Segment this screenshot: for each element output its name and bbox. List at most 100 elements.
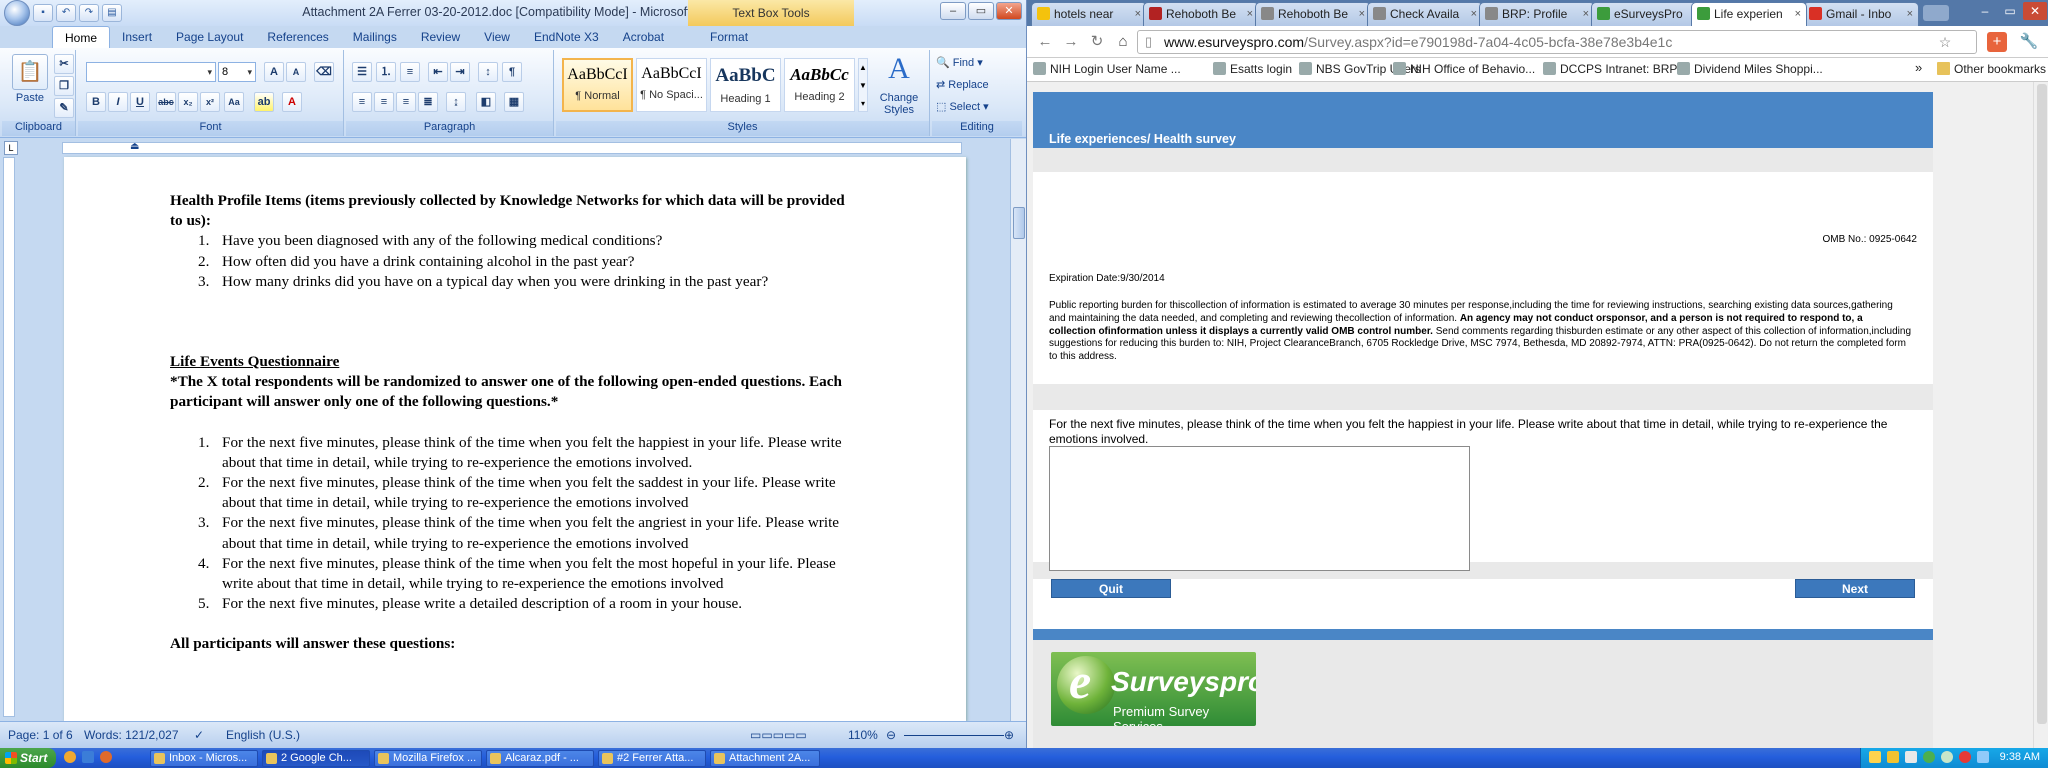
- grow-font-icon[interactable]: A: [264, 62, 284, 82]
- find-button[interactable]: 🔍 Find ▾: [936, 56, 983, 69]
- page-count[interactable]: Page: 1 of 6: [8, 728, 73, 742]
- page-scrollbar-thumb[interactable]: [2037, 84, 2047, 724]
- numbering-icon[interactable]: ⒈: [376, 62, 396, 82]
- browser-tab[interactable]: eSurveysPro×: [1591, 2, 1707, 26]
- close-icon[interactable]: ✕: [996, 2, 1022, 20]
- increase-indent-icon[interactable]: ⇥: [450, 62, 470, 82]
- document-scrollbar-thumb[interactable]: [1013, 207, 1025, 239]
- ruler-track[interactable]: [62, 142, 962, 154]
- zoom-level[interactable]: 110%: [848, 728, 878, 742]
- clear-formatting-icon[interactable]: ⌫: [314, 62, 334, 82]
- new-tab-button[interactable]: [1923, 5, 1949, 21]
- ribbon-tab-home[interactable]: Home: [52, 26, 111, 48]
- bookmark-item[interactable]: NIH Office of Behavio...: [1393, 62, 1535, 76]
- ribbon-tab-insert[interactable]: Insert: [110, 26, 164, 48]
- view-buttons-icon[interactable]: ▭▭▭▭▭: [750, 728, 807, 742]
- browser-tab[interactable]: BRP: Profile ×: [1479, 2, 1595, 26]
- change-styles-icon[interactable]: A: [874, 52, 924, 86]
- browser-tab[interactable]: Rehoboth Be ×: [1255, 2, 1371, 26]
- ribbon-tab-view[interactable]: View: [472, 26, 522, 48]
- zoom-in-icon[interactable]: ⊕: [1004, 728, 1014, 742]
- home-icon[interactable]: ⌂: [1111, 31, 1135, 53]
- forward-icon[interactable]: →: [1059, 31, 1083, 53]
- change-case-icon[interactable]: Aa: [224, 92, 244, 112]
- taskbar-item[interactable]: Attachment 2A...: [710, 750, 820, 767]
- italic-icon[interactable]: I: [108, 92, 128, 112]
- ribbon-tab-references[interactable]: References: [255, 26, 340, 48]
- browser-tab[interactable]: hotels near ×: [1031, 2, 1147, 26]
- styles-scroll-icon[interactable]: ▲ ▼ ▾: [858, 58, 868, 112]
- proofing-icon[interactable]: ✓: [194, 728, 204, 742]
- tab-close-icon[interactable]: ×: [1583, 3, 1589, 25]
- quick-launch-chrome-icon[interactable]: [64, 751, 76, 763]
- style-normal[interactable]: AaBbCcI ¶ Normal: [562, 58, 633, 112]
- font-color-icon[interactable]: A: [282, 92, 302, 112]
- subscript-icon[interactable]: x₂: [178, 92, 198, 112]
- font-name-combo[interactable]: [86, 62, 216, 82]
- bookmarks-overflow-icon[interactable]: »: [1915, 60, 1922, 75]
- style-heading-2[interactable]: AaBbCc Heading 2: [784, 58, 855, 112]
- taskbar-item[interactable]: Mozilla Firefox ...: [374, 750, 482, 767]
- zoom-out-icon[interactable]: ⊖: [886, 728, 896, 742]
- extension-icon[interactable]: +: [1987, 32, 2007, 52]
- bookmark-item[interactable]: NIH Login User Name ...: [1033, 62, 1181, 76]
- tab-close-icon[interactable]: ×: [1247, 3, 1253, 25]
- bold-icon[interactable]: B: [86, 92, 106, 112]
- wrench-menu-icon[interactable]: 🔧: [2017, 31, 2041, 53]
- esurveyspro-logo[interactable]: e Surveyspro Premium Survey Services: [1051, 652, 1256, 726]
- browser-tab[interactable]: Rehoboth Be ×: [1143, 2, 1259, 26]
- paste-button[interactable]: Paste: [10, 92, 50, 104]
- word-count[interactable]: Words: 121/2,027: [84, 728, 179, 742]
- document-body[interactable]: Health Profile Items (items previously c…: [170, 191, 860, 655]
- close-icon[interactable]: ✕: [2023, 2, 2047, 20]
- browser-tab-active[interactable]: Life experien ×: [1691, 2, 1807, 26]
- cut-icon[interactable]: ✂: [54, 54, 74, 74]
- borders-icon[interactable]: ▦: [504, 92, 524, 112]
- tray-icon[interactable]: [1905, 751, 1917, 763]
- ribbon-tab-mailings[interactable]: Mailings: [341, 26, 409, 48]
- ribbon-tab-page-layout[interactable]: Page Layout: [164, 26, 255, 48]
- show-formatting-icon[interactable]: ¶: [502, 62, 522, 82]
- align-center-icon[interactable]: ≡: [374, 92, 394, 112]
- maximize-icon[interactable]: ▭: [968, 2, 994, 20]
- ribbon-tab-endnote[interactable]: EndNote X3: [522, 26, 611, 48]
- multilevel-list-icon[interactable]: ≡: [400, 62, 420, 82]
- select-button[interactable]: ⬚ Select ▾: [936, 100, 989, 113]
- highlight-icon[interactable]: ab: [254, 92, 274, 112]
- horizontal-ruler[interactable]: L ⏏: [0, 139, 1010, 157]
- bookmark-item[interactable]: DCCPS Intranet: BRP: [1543, 62, 1677, 76]
- quick-launch-firefox-icon[interactable]: [100, 751, 112, 763]
- start-button[interactable]: Start: [0, 748, 56, 768]
- document-scrollbar[interactable]: [1010, 139, 1026, 721]
- shrink-font-icon[interactable]: A: [286, 62, 306, 82]
- zoom-slider[interactable]: [904, 735, 1004, 736]
- taskbar-item[interactable]: Inbox - Micros...: [150, 750, 258, 767]
- language-indicator[interactable]: English (U.S.): [226, 728, 300, 742]
- tab-close-icon[interactable]: ×: [1135, 3, 1141, 25]
- browser-tab[interactable]: Check Availa ×: [1367, 2, 1483, 26]
- next-button[interactable]: Next: [1795, 579, 1915, 598]
- align-right-icon[interactable]: ≡: [396, 92, 416, 112]
- quit-button[interactable]: Quit: [1051, 579, 1171, 598]
- ribbon-tab-review[interactable]: Review: [409, 26, 472, 48]
- bookmark-item[interactable]: Esatts login: [1213, 62, 1292, 76]
- format-painter-icon[interactable]: ✎: [54, 98, 74, 118]
- paste-icon[interactable]: 📋: [12, 54, 48, 90]
- sort-icon[interactable]: ↕: [478, 62, 498, 82]
- underline-icon[interactable]: U: [130, 92, 150, 112]
- back-icon[interactable]: ←: [1033, 31, 1057, 53]
- quick-launch-ie-icon[interactable]: [82, 751, 94, 763]
- taskbar-item[interactable]: #2 Ferrer Atta...: [598, 750, 706, 767]
- justify-icon[interactable]: ≣: [418, 92, 438, 112]
- tray-icon[interactable]: [1959, 751, 1971, 763]
- decrease-indent-icon[interactable]: ⇤: [428, 62, 448, 82]
- align-left-icon[interactable]: ≡: [352, 92, 372, 112]
- tray-icon[interactable]: [1869, 751, 1881, 763]
- address-bar[interactable]: ▯ www.esurveyspro.com/Survey.aspx?id=e79…: [1137, 30, 1977, 54]
- shading-icon[interactable]: ◧: [476, 92, 496, 112]
- bookmark-star-icon[interactable]: ☆: [1933, 31, 1957, 53]
- answer-textarea[interactable]: [1049, 446, 1470, 571]
- line-spacing-icon[interactable]: ↨: [446, 92, 466, 112]
- tab-close-icon[interactable]: ×: [1795, 3, 1801, 25]
- style-heading-1[interactable]: AaBbC Heading 1: [710, 58, 781, 112]
